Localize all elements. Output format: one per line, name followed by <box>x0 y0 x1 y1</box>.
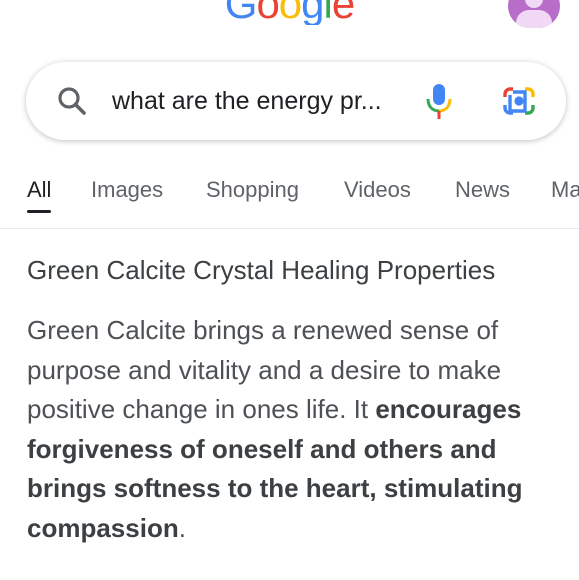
tab-images[interactable]: Images <box>91 177 163 203</box>
google-logo[interactable]: Google <box>0 0 579 25</box>
search-box[interactable]: what are the energy pr... <box>26 62 566 140</box>
tabs-divider <box>0 228 579 229</box>
avatar-body-shape <box>516 10 552 28</box>
logo-letter: g <box>301 0 324 25</box>
logo-letter: l <box>323 0 333 25</box>
result-title[interactable]: Green Calcite Crystal Healing Properties <box>27 255 495 286</box>
avatar-head-shape <box>525 0 543 8</box>
logo-letter: o <box>278 0 302 25</box>
logo-letter: G <box>224 0 258 25</box>
logo-letter: e <box>331 0 355 25</box>
active-tab-indicator <box>27 210 51 213</box>
result-snippet: Green Calcite brings a renewed sense of … <box>27 311 575 548</box>
tab-maps[interactable]: Ma <box>551 177 579 203</box>
tab-all[interactable]: All <box>27 177 51 203</box>
google-lens-icon[interactable] <box>502 86 536 116</box>
microphone-icon[interactable] <box>425 82 453 120</box>
tab-shopping[interactable]: Shopping <box>206 177 299 203</box>
snippet-end: . <box>178 512 186 543</box>
logo-letter: o <box>256 0 279 25</box>
tab-news[interactable]: News <box>455 177 510 203</box>
search-query-text[interactable]: what are the energy pr... <box>112 87 382 116</box>
search-tabs: All Images Shopping Videos News Ma <box>0 170 579 218</box>
tab-videos[interactable]: Videos <box>344 177 411 203</box>
search-icon[interactable] <box>56 85 88 117</box>
